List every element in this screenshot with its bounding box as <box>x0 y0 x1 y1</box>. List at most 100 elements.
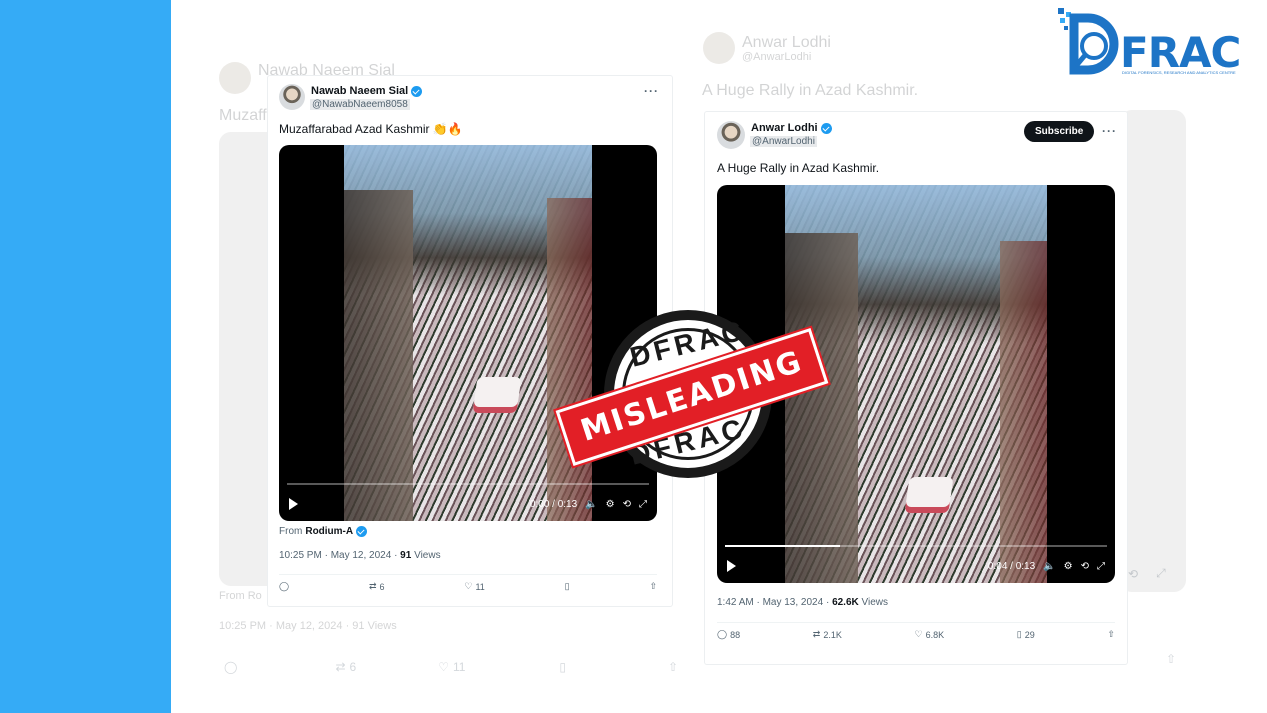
reply-button[interactable]: ◯ 88 <box>717 629 740 640</box>
ghost-timestamp-left: 10:25 PM · May 12, 2024 · 91 Views <box>219 620 397 632</box>
from-source-link[interactable]: Rodium-A <box>305 526 353 537</box>
verified-badge-icon <box>356 526 368 537</box>
video-controls: 0:00 / 0:13 🔈 ⚙ ⟲ ⤢ <box>279 487 657 521</box>
more-options-icon[interactable]: ··· <box>644 84 659 98</box>
play-icon[interactable] <box>289 498 298 510</box>
author-name-text: Anwar Lodhi <box>751 122 818 134</box>
timestamp-text: 1:42 AM · May 13, 2024 · <box>717 597 833 608</box>
screenshot-canvas: Nawab Naeem Sial Muzaffa From Ro 10:25 P… <box>0 0 1267 713</box>
share-icon: ⇧ <box>1107 629 1115 639</box>
author-name[interactable]: Nawab Naeem Sial <box>311 85 423 97</box>
video-progress-bar[interactable] <box>725 545 1107 547</box>
ghost-like-count: 11 <box>452 660 466 674</box>
tweet-actions: ◯ 88 ⇄ 2.1K ♡ 6.8K ▯ 29 ⇧ <box>717 622 1115 640</box>
video-time: 0:00 / 0:13 <box>529 498 578 510</box>
volume-icon[interactable]: 🔈 <box>1043 561 1055 572</box>
heart-icon: ♡ <box>438 660 449 674</box>
ghost-video-controls-right: ⟲ ⤢ <box>1128 566 1166 581</box>
share-button[interactable]: ⇧ <box>649 581 657 592</box>
ghost-share-right: ⇧ <box>1166 652 1176 666</box>
share-icon: ⇧ <box>1166 652 1177 666</box>
fullscreen-icon[interactable]: ⤢ <box>639 499 647 510</box>
volume-icon[interactable]: 🔈 <box>585 499 597 510</box>
dfrac-logo: FRAC DIGITAL FORENSICS, RESEARCH AND ANA… <box>1056 6 1256 78</box>
subscribe-button[interactable]: Subscribe <box>1024 121 1095 142</box>
tweet-timestamp[interactable]: 1:42 AM · May 13, 2024 · 62.6K Views <box>717 597 888 608</box>
retweet-count: 2.1K <box>823 629 842 640</box>
play-icon[interactable] <box>727 560 736 572</box>
views-label: Views <box>858 597 889 608</box>
ghost-text-right: A Huge Rally in Azad Kashmir. <box>702 82 919 99</box>
views-label: Views <box>411 550 441 561</box>
retweet-icon: ⇄ <box>368 581 377 591</box>
ghost-video-right <box>1120 110 1186 592</box>
timestamp-text: 10:25 PM · May 12, 2024 · <box>279 550 401 561</box>
video-progress-fill <box>725 545 840 547</box>
ghost-avatar-left <box>219 62 251 94</box>
dfrac-logo-d-icon <box>1058 8 1119 75</box>
left-blue-band <box>0 0 171 713</box>
logo-tagline: DIGITAL FORENSICS, RESEARCH AND ANALYTIC… <box>1122 70 1236 75</box>
tweet-timestamp[interactable]: 10:25 PM · May 12, 2024 · 91 Views <box>279 550 441 561</box>
verified-badge-icon <box>411 85 423 97</box>
more-options-icon[interactable]: ··· <box>1102 124 1117 138</box>
ghost-retweet-count: 6 <box>349 660 357 674</box>
avatar[interactable] <box>279 84 305 110</box>
like-count: 11 <box>475 581 485 592</box>
rotate-icon: ⟲ <box>1128 566 1139 581</box>
bookmark-icon: ▯ <box>564 581 570 591</box>
rotate-icon[interactable]: ⟲ <box>623 499 631 510</box>
tweet-actions: ◯ ⇄ 6 ♡ 11 ▯ ⇧ <box>279 574 657 592</box>
reply-count: 88 <box>730 629 741 640</box>
ghost-avatar-right <box>703 32 735 64</box>
video-car-shape <box>472 377 522 413</box>
share-button[interactable]: ⇧ <box>1107 629 1115 640</box>
reply-button[interactable]: ◯ <box>279 581 289 592</box>
settings-icon[interactable]: ⚙ <box>606 499 615 510</box>
bookmark-icon: ▯ <box>1016 629 1022 639</box>
tweet-text: A Huge Rally in Azad Kashmir. <box>717 161 880 175</box>
author-handle[interactable]: @AnwarLodhi <box>750 136 817 147</box>
avatar[interactable] <box>717 121 745 149</box>
rotate-icon[interactable]: ⟲ <box>1081 561 1089 572</box>
views-count: 62.6K <box>832 597 859 608</box>
share-icon: ⇧ <box>649 581 657 591</box>
views-count: 91 <box>400 550 412 561</box>
fullscreen-icon[interactable]: ⤢ <box>1097 561 1105 572</box>
retweet-button[interactable]: ⇄ 2.1K <box>813 629 842 640</box>
bookmark-count: 29 <box>1024 629 1035 640</box>
from-source: From Rodium-A <box>279 526 368 537</box>
settings-icon[interactable]: ⚙ <box>1064 561 1073 572</box>
tweet-text: Muzaffarabad Azad Kashmir 👏🔥 <box>279 122 463 136</box>
heart-icon: ♡ <box>914 629 923 639</box>
bookmark-button[interactable]: ▯ 29 <box>1017 629 1035 640</box>
tweet-card-left: Nawab Naeem Sial @NawabNaeem8058 ··· Muz… <box>268 76 672 606</box>
ghost-name-right: Anwar Lodhi <box>742 34 831 51</box>
video-progress-bar[interactable] <box>287 483 649 485</box>
reply-icon: ◯ <box>279 581 290 591</box>
ghost-handle-right: @AnwarLodhi <box>742 51 812 63</box>
ghost-from-left: From Ro <box>219 590 262 602</box>
author-name[interactable]: Anwar Lodhi <box>751 122 832 134</box>
video-player[interactable]: 0:00 / 0:13 🔈 ⚙ ⟲ ⤢ <box>279 145 657 521</box>
reply-icon: ◯ <box>224 660 238 674</box>
ghost-actions-left: ◯ ⇄ 6 ♡ 11 ▯ ⇧ <box>224 660 678 674</box>
author-name-text: Nawab Naeem Sial <box>311 85 409 97</box>
share-icon: ⇧ <box>668 660 679 674</box>
fullscreen-icon: ⤢ <box>1156 566 1166 580</box>
like-button[interactable]: ♡ 11 <box>464 581 484 592</box>
retweet-count: 6 <box>379 581 385 592</box>
bookmark-icon: ▯ <box>559 660 567 674</box>
retweet-icon: ⇄ <box>335 660 346 674</box>
from-label: From <box>279 526 303 537</box>
video-car-shape <box>904 477 954 513</box>
video-time: 0:04 / 0:13 <box>987 560 1036 572</box>
video-frame <box>344 145 592 521</box>
like-button[interactable]: ♡ 6.8K <box>915 629 945 640</box>
author-handle[interactable]: @NawabNaeem8058 <box>310 99 410 110</box>
retweet-icon: ⇄ <box>812 629 821 639</box>
bookmark-button[interactable]: ▯ <box>565 581 570 592</box>
verified-badge-icon <box>820 122 832 134</box>
reply-icon: ◯ <box>717 629 728 639</box>
retweet-button[interactable]: ⇄ 6 <box>369 581 385 592</box>
